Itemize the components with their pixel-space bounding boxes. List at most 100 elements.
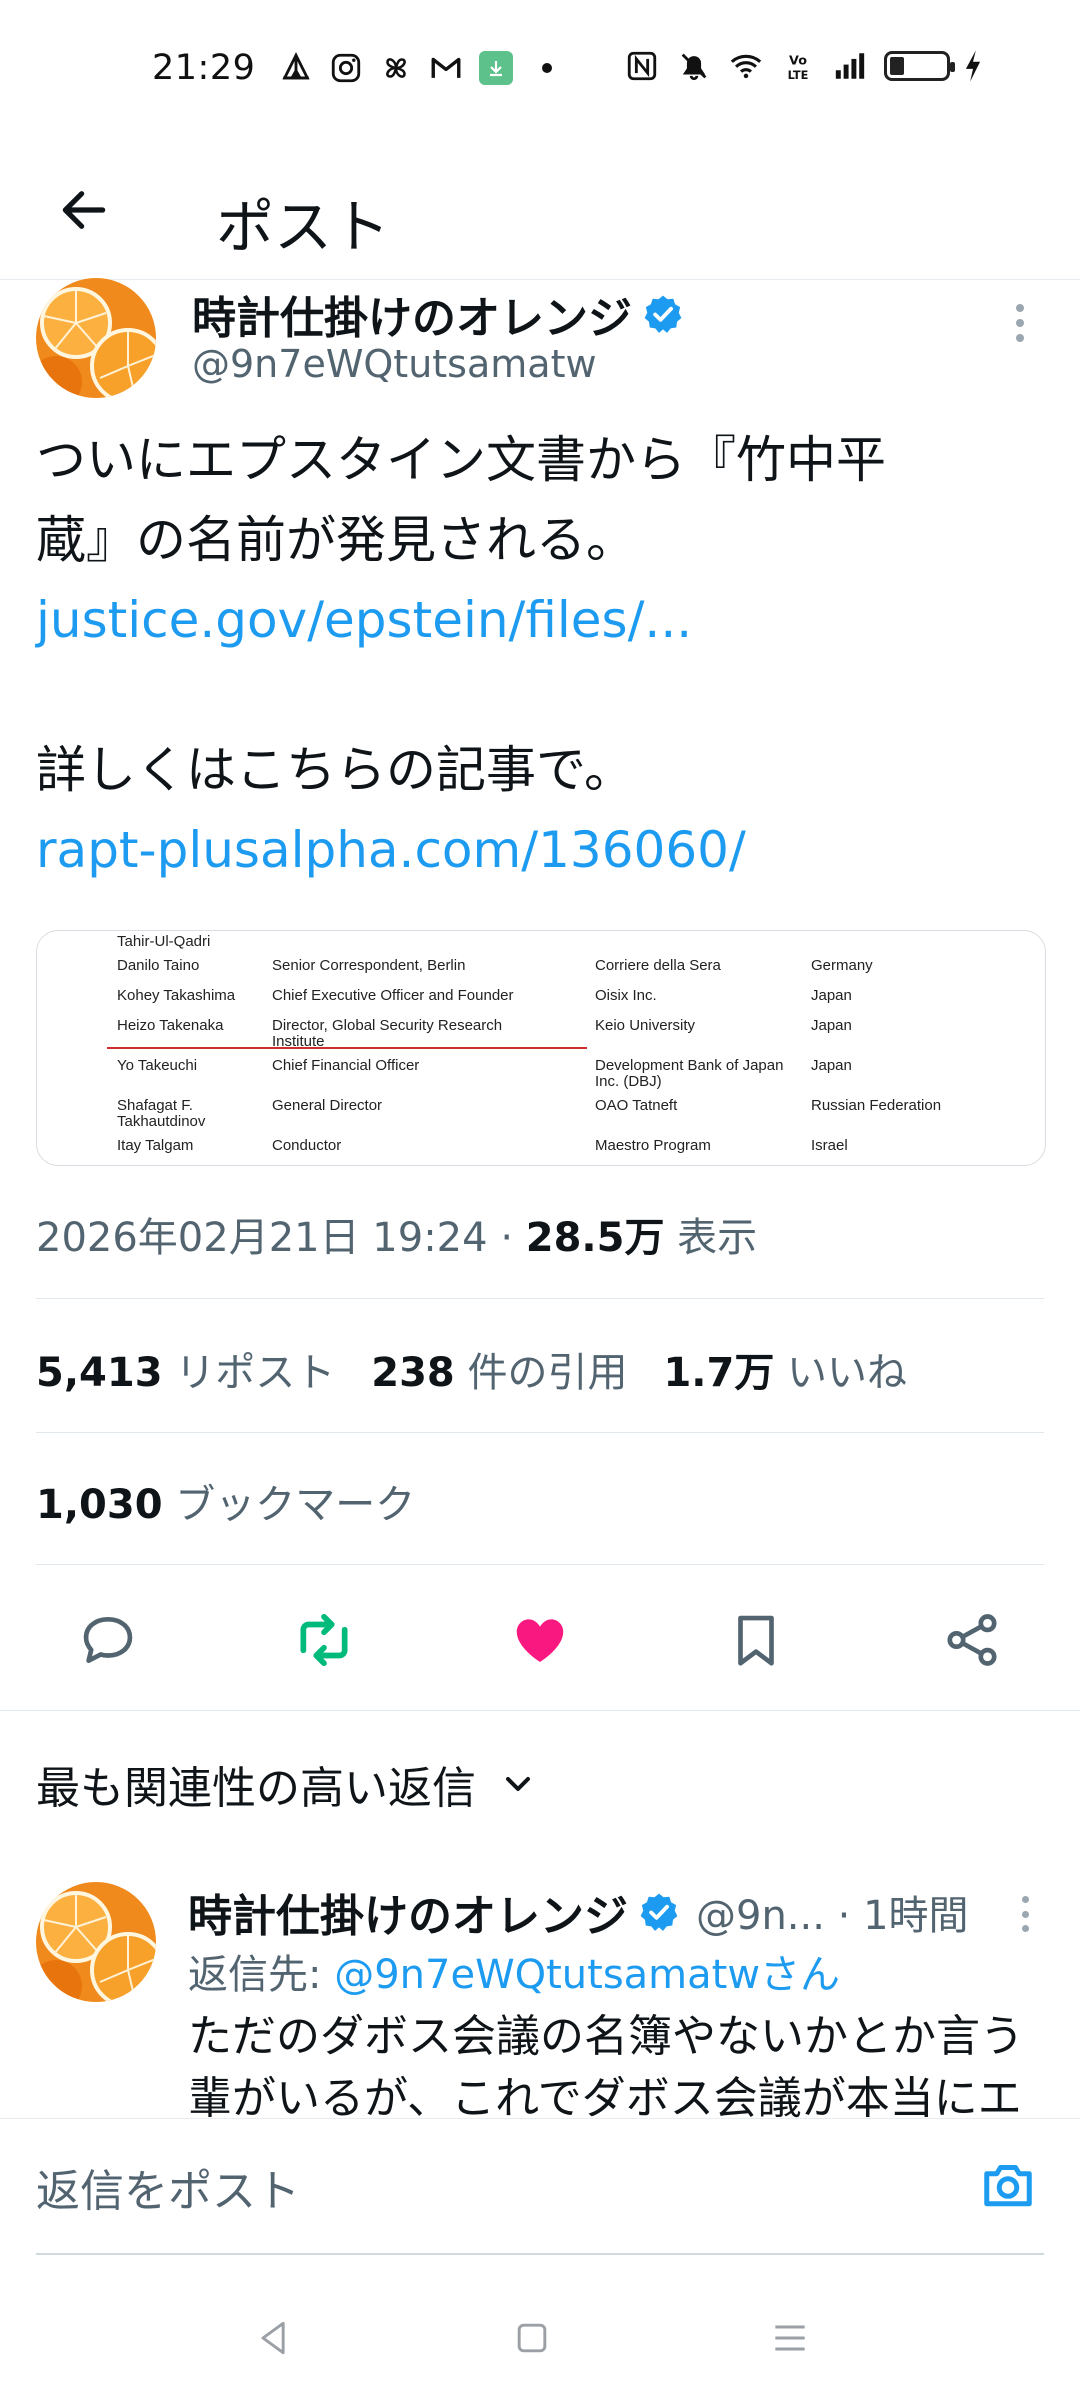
reply-text-line: ただのダボス会議の名簿やないかとか言う xyxy=(188,2011,1024,2062)
quotes-label: 件の引用 xyxy=(467,1350,628,1396)
divider xyxy=(0,1710,1080,1711)
more-options-button[interactable] xyxy=(1000,298,1040,348)
likes-stat[interactable]: 1.7万 いいね xyxy=(663,1350,907,1396)
likes-label: いいね xyxy=(787,1350,908,1396)
signal-icon xyxy=(832,48,868,84)
divider xyxy=(36,1564,1044,1565)
share-icon xyxy=(947,1614,997,1666)
doc-cell: Japan xyxy=(811,1057,852,1074)
tweet-timestamp[interactable]: 2026年02月21日 19:24 xyxy=(36,1215,488,1261)
orange-avatar-icon xyxy=(36,278,156,398)
reply-to-line: 返信先: @9n7eWQtutsamatwさん xyxy=(188,1942,840,2000)
reply-sort-dropdown[interactable]: 最も関連性の高い返信 xyxy=(36,1752,538,1816)
doc-cell: Keio University xyxy=(595,1017,696,1034)
likes-count: 1.7万 xyxy=(663,1350,775,1396)
reply-handle-time: @9n... · 1時間 xyxy=(696,1893,969,1939)
doc-cell: Heizo Takenaka xyxy=(117,1017,224,1034)
author-name[interactable]: 時計仕掛けのオレンジ xyxy=(192,282,684,346)
verified-badge-icon xyxy=(642,293,684,335)
meta-separator: · xyxy=(500,1215,514,1261)
engagement-stats: 5,413 リポスト 238 件の引用 1.7万 いいね xyxy=(36,1340,907,1398)
bookmarks-count: 1,030 xyxy=(36,1482,163,1528)
reposts-stat[interactable]: 5,413 リポスト xyxy=(36,1350,335,1396)
tweet-text-line: 蔵』の名前が発見される。 xyxy=(36,511,636,569)
repost-icon xyxy=(300,1613,348,1667)
author-avatar[interactable] xyxy=(36,278,156,398)
doc-cell: Senior Correspondent, Berlin xyxy=(272,957,466,974)
doc-cell: Corriere della Sera xyxy=(595,957,721,974)
camera-icon xyxy=(984,2165,1032,2207)
pinwheel-icon xyxy=(378,50,414,86)
reposts-count: 5,413 xyxy=(36,1350,163,1396)
reply-author-avatar[interactable] xyxy=(36,1882,156,2002)
doc-cell: Inc. (DBJ) xyxy=(595,1073,662,1090)
reply-input[interactable]: 返信をポスト xyxy=(36,2155,300,2219)
doc-cell: Director, Global Security Research xyxy=(272,1017,503,1034)
divider xyxy=(36,1298,1044,1299)
tweet-meta: 2026年02月21日 19:24 · 28.5万 表示 xyxy=(36,1205,757,1263)
triangle-back-icon xyxy=(261,2321,285,2355)
doc-cell: Germany xyxy=(811,957,873,974)
verified-badge-icon xyxy=(638,1891,680,1933)
doc-cell: Japan xyxy=(811,1017,852,1034)
system-icons: Vo LTE xyxy=(624,48,984,84)
system-nav-bar xyxy=(0,2268,1080,2400)
camp-icon xyxy=(278,50,314,86)
doc-cell: Yo Takeuchi xyxy=(117,1057,198,1074)
top-app-bar: ポスト xyxy=(0,140,1080,280)
reply-icon xyxy=(83,1617,133,1663)
doc-cell: Shafagat F. xyxy=(117,1097,193,1114)
battery-icon xyxy=(884,51,955,81)
square-home-icon xyxy=(517,2323,547,2353)
bookmark-button[interactable] xyxy=(718,1602,794,1678)
notification-icons xyxy=(278,50,552,86)
wifi-icon xyxy=(728,48,764,84)
back-button[interactable] xyxy=(44,170,124,250)
charging-icon xyxy=(962,48,984,84)
nav-home-button[interactable] xyxy=(502,2308,562,2368)
instagram-icon xyxy=(328,50,364,86)
reply-author-name[interactable]: 時計仕掛けのオレンジ @9n... · 1時間 xyxy=(188,1880,969,1944)
camera-button[interactable] xyxy=(976,2155,1040,2215)
status-time: 21:29 xyxy=(152,48,256,88)
author-handle[interactable]: @9n7eWQtutsamatw xyxy=(192,342,597,386)
sort-label: 最も関連性の高い返信 xyxy=(36,1763,476,1814)
like-button[interactable] xyxy=(502,1602,578,1678)
quotes-stat[interactable]: 238 件の引用 xyxy=(371,1350,627,1396)
red-underline xyxy=(107,1047,587,1049)
doc-cell: Chief Financial Officer xyxy=(272,1057,420,1074)
heart-filled-icon xyxy=(516,1619,564,1662)
reply-to-handle[interactable]: @9n7eWQtutsamatwさん xyxy=(334,1952,840,1998)
doc-cell: Israel xyxy=(811,1137,848,1154)
bookmarks-label: ブックマーク xyxy=(175,1482,416,1528)
share-button[interactable] xyxy=(934,1602,1010,1678)
repost-button[interactable] xyxy=(286,1602,362,1678)
nav-menu-button[interactable] xyxy=(760,2308,820,2368)
tweet-text-line: ついにエプスタイン文書から『竹中平 xyxy=(36,431,886,489)
views-count[interactable]: 28.5万 xyxy=(526,1215,665,1261)
volte-icon: Vo LTE xyxy=(780,48,816,84)
reply-button[interactable] xyxy=(70,1602,146,1678)
reply-more-options-button[interactable] xyxy=(1010,1892,1040,1936)
menu-lines-icon xyxy=(775,2325,805,2351)
reposts-label: リポスト xyxy=(175,1350,336,1396)
nav-back-button[interactable] xyxy=(244,2308,304,2368)
reply-author-name-text: 時計仕掛けのオレンジ xyxy=(188,1891,628,1942)
tweet-link-justice[interactable]: justice.gov/epstein/files/... xyxy=(36,580,1036,660)
bookmark-icon xyxy=(738,1615,774,1666)
arrow-left-icon xyxy=(62,191,106,229)
mute-icon xyxy=(676,48,712,84)
tweet-link-rapt[interactable]: rapt-plusalpha.com/136060/ xyxy=(36,810,1036,890)
nfc-icon xyxy=(624,48,660,84)
gmail-icon xyxy=(428,50,464,86)
page-title: ポスト xyxy=(216,193,391,261)
composer-underline xyxy=(36,2253,1044,2255)
bookmarks-stat[interactable]: 1,030 ブックマーク xyxy=(36,1472,415,1530)
reply-to-label: 返信先: xyxy=(188,1952,335,1998)
doc-cell: Takhautdinov xyxy=(117,1113,206,1130)
doc-cell: Japan xyxy=(811,987,852,1004)
tweet-media-image[interactable]: Tahir-Ul-Qadri Danilo Taino Senior Corre… xyxy=(36,930,1046,1166)
dot-icon xyxy=(542,63,552,73)
doc-cell: Danilo Taino xyxy=(117,957,200,974)
